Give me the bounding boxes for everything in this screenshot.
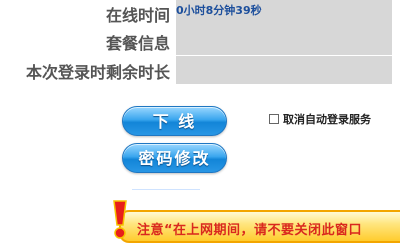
online-time-value-box: 0小时8分钟39秒 [176,0,392,28]
remaining-time-value-box [176,56,392,84]
package-info-label: 套餐信息 [105,34,170,53]
change-password-button[interactable]: 密码修改 [122,143,227,173]
exclamation-icon [113,200,127,239]
login-status-panel: 在线时间 0小时8分钟39秒 套餐信息 本次登录时剩余时长 下 线 密码修改 取… [0,0,400,246]
logout-button[interactable]: 下 线 [122,106,227,136]
cancel-auto-login-label: 取消自动登录服务 [283,113,371,126]
notice-banner: 注意“在上网期间，请不要关闭此窗口 [119,210,400,243]
cancel-auto-login-option[interactable]: 取消自动登录服务 [269,111,371,127]
package-info-value-box [176,27,392,55]
divider [132,189,200,190]
online-time-value: 0小时8分钟39秒 [176,4,262,17]
remaining-time-label: 本次登录时剩余时长 [25,63,170,82]
online-time-label: 在线时间 [105,6,170,25]
cancel-auto-login-checkbox[interactable] [269,114,279,124]
remaining-time-value [176,56,392,58]
notice-text: 注意“在上网期间，请不要关闭此窗口 [137,223,363,238]
package-info-value [176,27,392,29]
